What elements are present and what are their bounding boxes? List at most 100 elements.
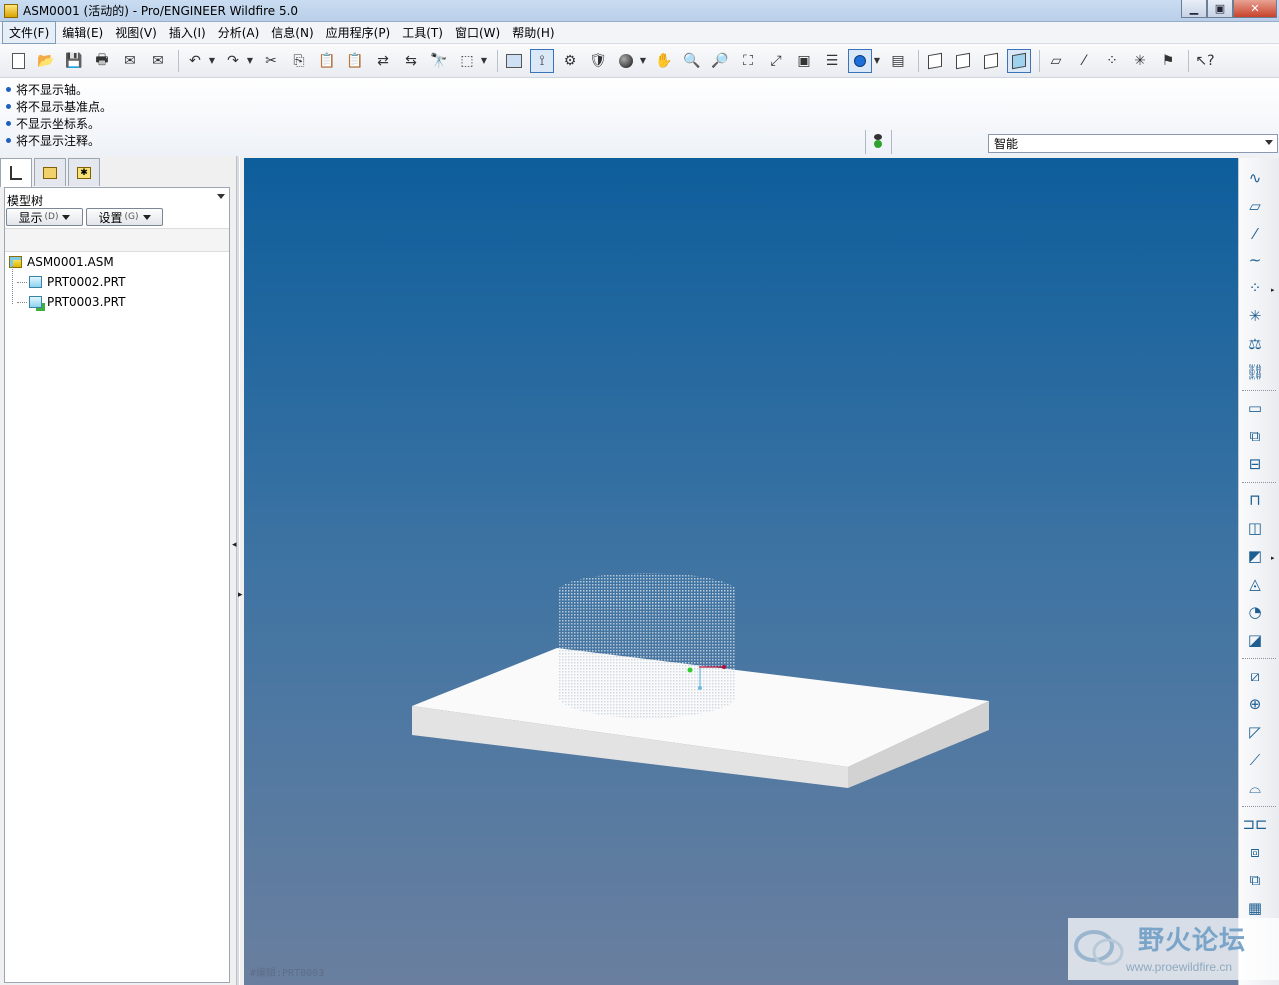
- redo-dropdown-icon[interactable]: ▼: [245, 49, 255, 73]
- tab-folder-browser[interactable]: [34, 158, 66, 186]
- pattern-icon[interactable]: ▦: [1243, 896, 1267, 920]
- component-operations-icon[interactable]: ⊟: [1243, 452, 1267, 476]
- appearance-sphere-icon[interactable]: [614, 49, 638, 73]
- annotation-display-icon[interactable]: ⚑: [1156, 49, 1180, 73]
- csys-icon[interactable]: ✳: [1243, 304, 1267, 328]
- intersect-icon[interactable]: ⧉: [1243, 868, 1267, 892]
- reorient-icon[interactable]: ⤢: [764, 49, 788, 73]
- menu-view[interactable]: 视图(V): [109, 22, 163, 43]
- cylinder-body[interactable]: [558, 591, 736, 718]
- no-hidden-icon[interactable]: [979, 49, 1003, 73]
- datum-axis-display-icon[interactable]: ⁄: [1072, 49, 1096, 73]
- panel-sash[interactable]: ◂ ▸: [232, 156, 244, 985]
- display-dropdown-icon[interactable]: ▼: [872, 49, 882, 73]
- wireframe-icon[interactable]: [923, 49, 947, 73]
- merge-icon[interactable]: ⧈: [1243, 840, 1267, 864]
- expand-right-icon[interactable]: ▸: [238, 590, 243, 600]
- revolve-icon[interactable]: ◫: [1243, 516, 1267, 540]
- chevron-down-icon[interactable]: [217, 194, 225, 199]
- paste-special-icon[interactable]: 📋: [343, 49, 367, 73]
- tree-node-assembly[interactable]: ASM0001.ASM: [9, 255, 114, 269]
- layers-icon[interactable]: ☰: [820, 49, 844, 73]
- open-folder-icon[interactable]: 📂: [34, 49, 58, 73]
- mirror-icon[interactable]: ⊐⊏: [1242, 812, 1267, 836]
- round-icon[interactable]: ◪: [1243, 628, 1267, 652]
- new-file-icon[interactable]: [6, 49, 30, 73]
- send-mail-icon[interactable]: ✉: [118, 49, 142, 73]
- menu-analysis[interactable]: 分析(A): [212, 22, 266, 43]
- datum-plane-display-icon[interactable]: ▱: [1044, 49, 1068, 73]
- undo-dropdown-icon[interactable]: ▼: [207, 49, 217, 73]
- select-box-icon[interactable]: ⬚: [455, 49, 479, 73]
- menu-tools[interactable]: 工具(T): [396, 22, 449, 43]
- close-button[interactable]: ✕: [1233, 0, 1277, 18]
- draft-icon[interactable]: ◸: [1243, 720, 1267, 744]
- hidden-line-icon[interactable]: [951, 49, 975, 73]
- zoom-in-icon[interactable]: 🔍: [680, 49, 704, 73]
- datum-plane-icon[interactable]: ▱: [1243, 194, 1267, 218]
- note-icon[interactable]: ▭: [1243, 396, 1267, 420]
- menu-insert[interactable]: 插入(I): [163, 22, 212, 43]
- component-create-icon[interactable]: ⧉: [1243, 424, 1267, 448]
- menu-file[interactable]: 文件(F): [2, 21, 57, 44]
- menu-applications[interactable]: 应用程序(P): [320, 22, 397, 43]
- save-icon[interactable]: 💾: [62, 49, 86, 73]
- paste-icon[interactable]: 📋: [315, 49, 339, 73]
- point-display-icon[interactable]: ⁘: [1100, 49, 1124, 73]
- repaint-icon[interactable]: [502, 49, 526, 73]
- settings-button[interactable]: 设置 (G): [86, 208, 163, 226]
- tree-node-part[interactable]: PRT0002.PRT: [29, 275, 125, 289]
- tab-favorites[interactable]: ✱: [68, 158, 100, 186]
- print-icon[interactable]: 🖶: [90, 49, 114, 73]
- boundary-blend-icon[interactable]: ⌓: [1243, 776, 1267, 800]
- redo-icon[interactable]: ↷: [221, 49, 245, 73]
- datum-curve-icon[interactable]: ∼: [1243, 248, 1267, 272]
- sash-bar[interactable]: [236, 156, 240, 985]
- model-display-icon[interactable]: ▤: [886, 49, 910, 73]
- menu-edit[interactable]: 编辑(E): [56, 22, 109, 43]
- model-viewport[interactable]: [244, 158, 1238, 985]
- graphics-window[interactable]: #编辑:PRT0003: [244, 158, 1238, 985]
- view-manager-icon[interactable]: ▣: [792, 49, 816, 73]
- external-ref-icon[interactable]: ⛓: [1243, 360, 1267, 384]
- csys-display-icon[interactable]: ✳: [1128, 49, 1152, 73]
- appearance-dropdown-icon[interactable]: ▼: [638, 49, 648, 73]
- maximize-button[interactable]: ▣: [1207, 0, 1233, 18]
- rib-icon[interactable]: ⟋: [1243, 748, 1267, 772]
- tab-model-tree[interactable]: [0, 158, 32, 187]
- analysis-feature-icon[interactable]: ⚖: [1243, 332, 1267, 356]
- send-mail-attachment-icon[interactable]: ✉: [146, 49, 170, 73]
- regen-manager-icon[interactable]: ⇆: [399, 49, 423, 73]
- minimize-button[interactable]: ▁: [1181, 0, 1207, 18]
- saved-views-icon[interactable]: 🛡: [586, 49, 610, 73]
- cut-icon[interactable]: ✂: [259, 49, 283, 73]
- shading-icon[interactable]: [1007, 48, 1031, 73]
- show-button[interactable]: 显示 (D): [6, 208, 83, 226]
- zoom-out-icon[interactable]: 🔎: [708, 49, 732, 73]
- menu-help[interactable]: 帮助(H): [506, 22, 560, 43]
- datum-axis-icon[interactable]: ⁄: [1243, 222, 1267, 246]
- refit-icon[interactable]: ⛶: [736, 49, 760, 73]
- tree-node-part[interactable]: PRT0003.PRT: [29, 295, 125, 309]
- cylinder-top[interactable]: [558, 573, 736, 609]
- regenerate-icon[interactable]: ⇄: [371, 49, 395, 73]
- sketch-icon[interactable]: ∿: [1243, 166, 1267, 190]
- find-icon[interactable]: 🔭: [427, 49, 451, 73]
- selection-filter-select[interactable]: 智能: [988, 134, 1278, 153]
- collapse-left-icon[interactable]: ◂: [232, 540, 237, 550]
- hole-icon[interactable]: ◔: [1243, 600, 1267, 624]
- datum-point-icon[interactable]: ⁘: [1243, 276, 1267, 300]
- chevron-right-icon[interactable]: ▸: [1271, 554, 1275, 562]
- blend-icon[interactable]: ◬: [1243, 572, 1267, 596]
- select-dropdown-icon[interactable]: ▼: [479, 49, 489, 73]
- display-style-icon[interactable]: [848, 48, 872, 73]
- copy-icon[interactable]: ⎘: [287, 49, 311, 73]
- orient-mode-icon[interactable]: ⚙: [558, 49, 582, 73]
- chevron-right-icon[interactable]: ▸: [1271, 286, 1275, 294]
- menu-info[interactable]: 信息(N): [265, 22, 319, 43]
- spin-center-icon[interactable]: ⟟: [530, 48, 554, 73]
- sweep-icon[interactable]: ◩: [1243, 544, 1267, 568]
- shell-icon[interactable]: ⊕: [1243, 692, 1267, 716]
- context-help-icon[interactable]: ↖?: [1193, 49, 1217, 73]
- chamfer-icon[interactable]: ⧄: [1243, 664, 1267, 688]
